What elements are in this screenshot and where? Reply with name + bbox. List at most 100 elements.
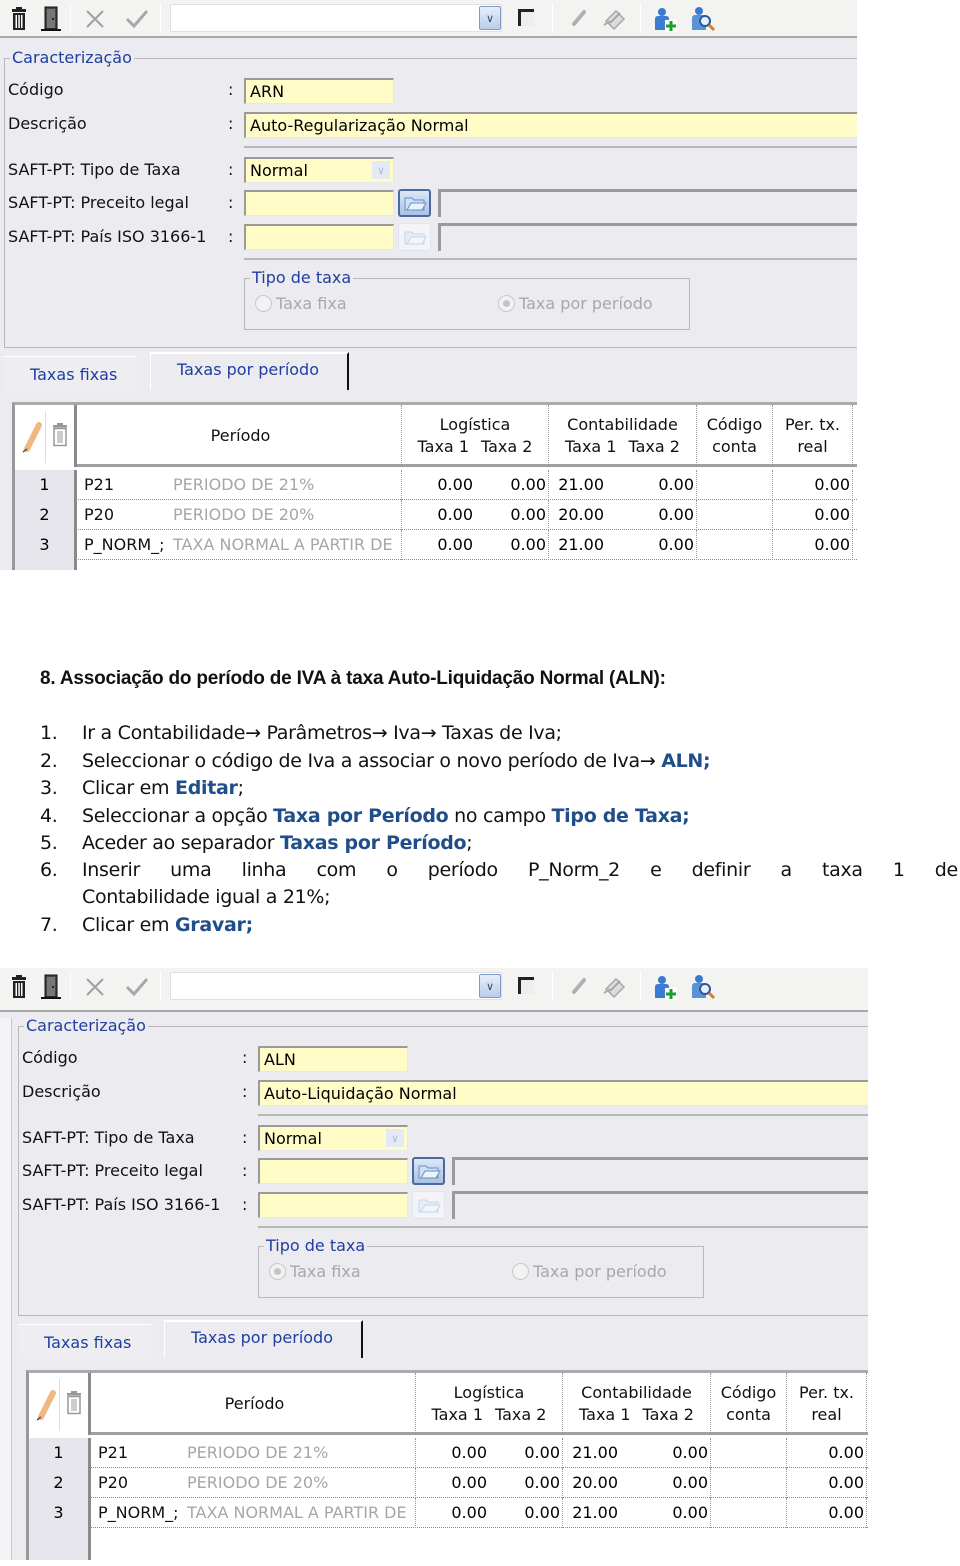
- contabilidade-taxa1[interactable]: 21.00: [549, 470, 622, 500]
- preceito-field[interactable]: [258, 1158, 408, 1184]
- cancel-x-icon[interactable]: [82, 6, 108, 32]
- header-codigo-conta[interactable]: Código conta: [697, 405, 773, 467]
- table-row[interactable]: 1 P21 PERIODO DE 21% 0.00 0.00 21.00 0.0…: [15, 470, 857, 500]
- search-user-icon[interactable]: [690, 6, 716, 32]
- row-number[interactable]: 3: [29, 1498, 91, 1528]
- period-description[interactable]: TAXA NORMAL A PARTIR DE: [187, 1498, 416, 1528]
- contabilidade-taxa1[interactable]: 21.00: [549, 530, 622, 560]
- codigo-conta[interactable]: [711, 1498, 787, 1528]
- logistica-taxa1[interactable]: 0.00: [402, 500, 475, 530]
- contabilidade-taxa2[interactable]: 0.00: [622, 530, 697, 560]
- search-user-icon[interactable]: [690, 974, 716, 1000]
- period-code[interactable]: P20: [94, 1468, 184, 1498]
- per-tx-real[interactable]: 0.00: [773, 470, 853, 500]
- checkbox-icon[interactable]: [518, 9, 534, 26]
- codigo-conta[interactable]: [711, 1438, 787, 1468]
- edit-form-icon[interactable]: [602, 974, 628, 1000]
- preceito-browse-button[interactable]: [398, 189, 431, 217]
- codigo-conta[interactable]: [697, 470, 773, 500]
- confirm-check-icon[interactable]: [124, 6, 150, 32]
- header-contabilidade[interactable]: Contabilidade Taxa 1 Taxa 2: [563, 1373, 711, 1435]
- row-number[interactable]: 2: [15, 500, 77, 530]
- chevron-down-icon[interactable]: ∨: [372, 161, 390, 179]
- codigo-conta[interactable]: [711, 1468, 787, 1498]
- edit-pencil-icon[interactable]: [35, 1387, 59, 1423]
- exit-door-icon[interactable]: [38, 6, 64, 32]
- row-number[interactable]: 2: [29, 1468, 91, 1498]
- header-logistica[interactable]: Logística Taxa 1 Taxa 2: [416, 1373, 563, 1435]
- table-row[interactable]: 3 P_NORM_; TAXA NORMAL A PARTIR DE 0.00 …: [15, 530, 857, 560]
- trash-icon[interactable]: [6, 974, 32, 1000]
- logistica-taxa2[interactable]: 0.00: [489, 1438, 563, 1468]
- tab-taxas-fixas[interactable]: Taxas fixas: [4, 356, 138, 390]
- logistica-taxa1[interactable]: 0.00: [402, 470, 475, 500]
- header-logistica[interactable]: Logística Taxa 1 Taxa 2: [402, 405, 549, 467]
- chevron-down-icon[interactable]: ∨: [386, 1129, 404, 1147]
- per-tx-real[interactable]: 0.00: [773, 500, 853, 530]
- radio-button[interactable]: [512, 1263, 529, 1280]
- trash-icon[interactable]: [65, 1391, 83, 1415]
- checkbox-icon[interactable]: [518, 977, 534, 994]
- preceito-browse-button[interactable]: [412, 1157, 445, 1185]
- pais-field[interactable]: [244, 224, 394, 250]
- tab-taxas-por-periodo[interactable]: Taxas por período: [150, 352, 349, 390]
- logistica-taxa2[interactable]: 0.00: [489, 1498, 563, 1528]
- tab-taxas-por-periodo[interactable]: Taxas por período: [164, 1320, 363, 1358]
- contabilidade-taxa2[interactable]: 0.00: [636, 1498, 711, 1528]
- tipo-taxa-select[interactable]: Normal ∨: [244, 157, 394, 183]
- header-per-tx-real[interactable]: Per. tx. real: [787, 1373, 867, 1435]
- pais-browse-button[interactable]: [412, 1191, 445, 1219]
- trash-icon[interactable]: [51, 423, 69, 447]
- period-description[interactable]: PERIODO DE 21%: [187, 1438, 416, 1468]
- descricao-field[interactable]: Auto-Regularização Normal: [244, 112, 857, 138]
- add-user-icon[interactable]: [652, 6, 678, 32]
- radio-button[interactable]: [498, 295, 515, 312]
- period-code[interactable]: P21: [80, 470, 170, 500]
- edit-pencil-icon[interactable]: [566, 6, 592, 32]
- empty-row[interactable]: [15, 560, 857, 570]
- record-selector-combo[interactable]: ∨: [170, 972, 502, 1000]
- cancel-x-icon[interactable]: [82, 974, 108, 1000]
- radio-button[interactable]: [269, 1263, 286, 1280]
- trash-icon[interactable]: [6, 6, 32, 32]
- contabilidade-taxa1[interactable]: 20.00: [549, 500, 622, 530]
- exit-door-icon[interactable]: [38, 974, 64, 1000]
- per-tx-real[interactable]: 0.00: [787, 1468, 867, 1498]
- contabilidade-taxa1[interactable]: 20.00: [563, 1468, 636, 1498]
- period-code[interactable]: P_NORM_;: [80, 530, 170, 560]
- per-tx-real[interactable]: 0.00: [773, 530, 853, 560]
- row-number[interactable]: 3: [15, 530, 77, 560]
- radio-taxa-por-periodo[interactable]: Taxa por período: [498, 294, 653, 313]
- per-tx-real[interactable]: 0.00: [787, 1438, 867, 1468]
- pais-browse-button[interactable]: [398, 223, 431, 251]
- record-selector-combo[interactable]: ∨: [170, 4, 502, 32]
- contabilidade-taxa2[interactable]: 0.00: [636, 1468, 711, 1498]
- codigo-conta[interactable]: [697, 500, 773, 530]
- radio-button[interactable]: [255, 295, 272, 312]
- logistica-taxa2[interactable]: 0.00: [475, 470, 549, 500]
- header-periodo[interactable]: Período: [94, 1373, 416, 1435]
- radio-taxa-fixa[interactable]: Taxa fixa: [269, 1262, 361, 1281]
- tipo-taxa-select[interactable]: Normal ∨: [258, 1125, 408, 1151]
- empty-row[interactable]: [29, 1528, 868, 1558]
- header-codigo-conta[interactable]: Código conta: [711, 1373, 787, 1435]
- table-row[interactable]: 3 P_NORM_; TAXA NORMAL A PARTIR DE 0.00 …: [29, 1498, 868, 1528]
- period-description[interactable]: PERIODO DE 20%: [173, 500, 402, 530]
- period-description[interactable]: TAXA NORMAL A PARTIR DE: [173, 530, 402, 560]
- period-description[interactable]: PERIODO DE 21%: [173, 470, 402, 500]
- pais-field[interactable]: [258, 1192, 408, 1218]
- contabilidade-taxa1[interactable]: 21.00: [563, 1498, 636, 1528]
- edit-form-icon[interactable]: [602, 6, 628, 32]
- codigo-field[interactable]: ALN: [258, 1046, 408, 1072]
- table-row[interactable]: 2 P20 PERIODO DE 20% 0.00 0.00 20.00 0.0…: [29, 1468, 868, 1498]
- edit-pencil-icon[interactable]: [21, 419, 45, 455]
- dropdown-arrow-icon[interactable]: ∨: [479, 974, 501, 998]
- codigo-field[interactable]: ARN: [244, 78, 394, 104]
- row-number[interactable]: 1: [15, 470, 77, 500]
- logistica-taxa2[interactable]: 0.00: [475, 530, 549, 560]
- period-code[interactable]: P_NORM_;: [94, 1498, 184, 1528]
- logistica-taxa1[interactable]: 0.00: [416, 1498, 489, 1528]
- header-periodo[interactable]: Período: [80, 405, 402, 467]
- logistica-taxa2[interactable]: 0.00: [489, 1468, 563, 1498]
- contabilidade-taxa2[interactable]: 0.00: [622, 470, 697, 500]
